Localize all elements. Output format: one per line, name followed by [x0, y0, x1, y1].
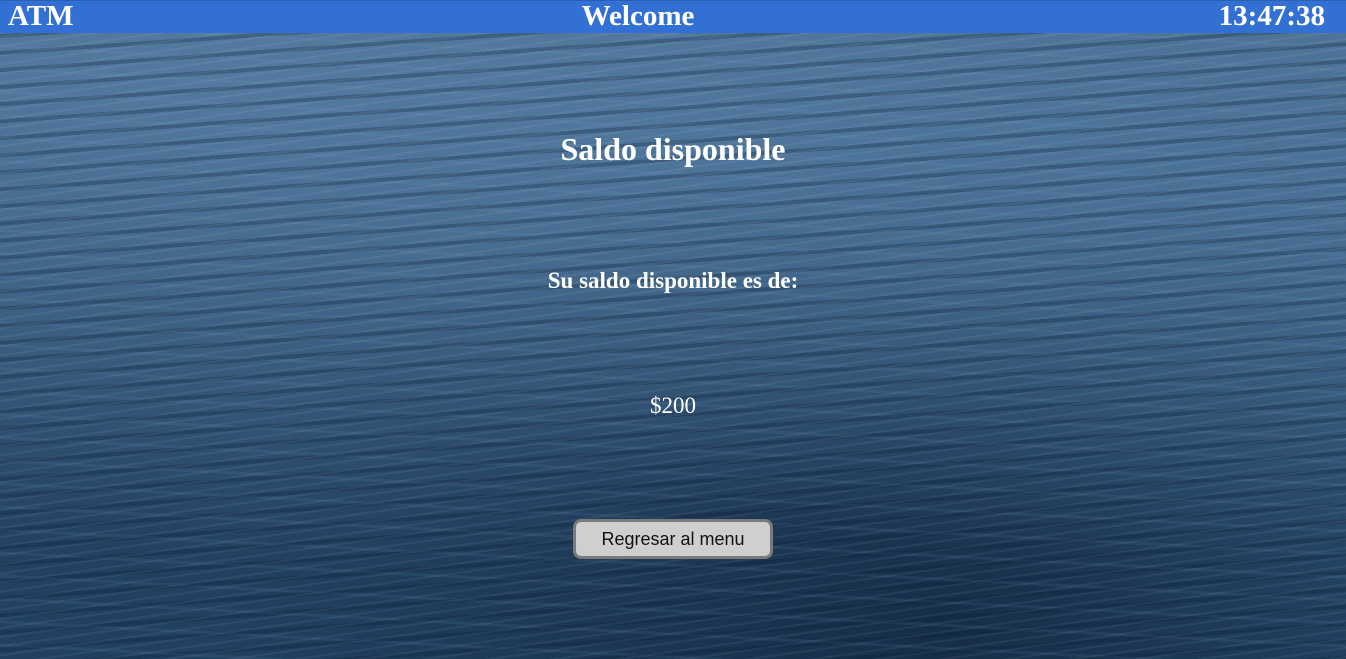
balance-heading: Saldo disponible	[560, 131, 786, 167]
ocean-background	[0, 0, 1346, 659]
balance-amount: $200	[650, 393, 696, 418]
balance-label: Su saldo disponible es de:	[547, 268, 799, 293]
back-to-menu-button[interactable]: Regresar al menu	[573, 519, 773, 559]
page-title: Welcome	[581, 0, 695, 32]
top-bar: ATM Welcome 13:47:38	[0, 0, 1346, 33]
clock: 13:47:38	[1218, 0, 1325, 32]
